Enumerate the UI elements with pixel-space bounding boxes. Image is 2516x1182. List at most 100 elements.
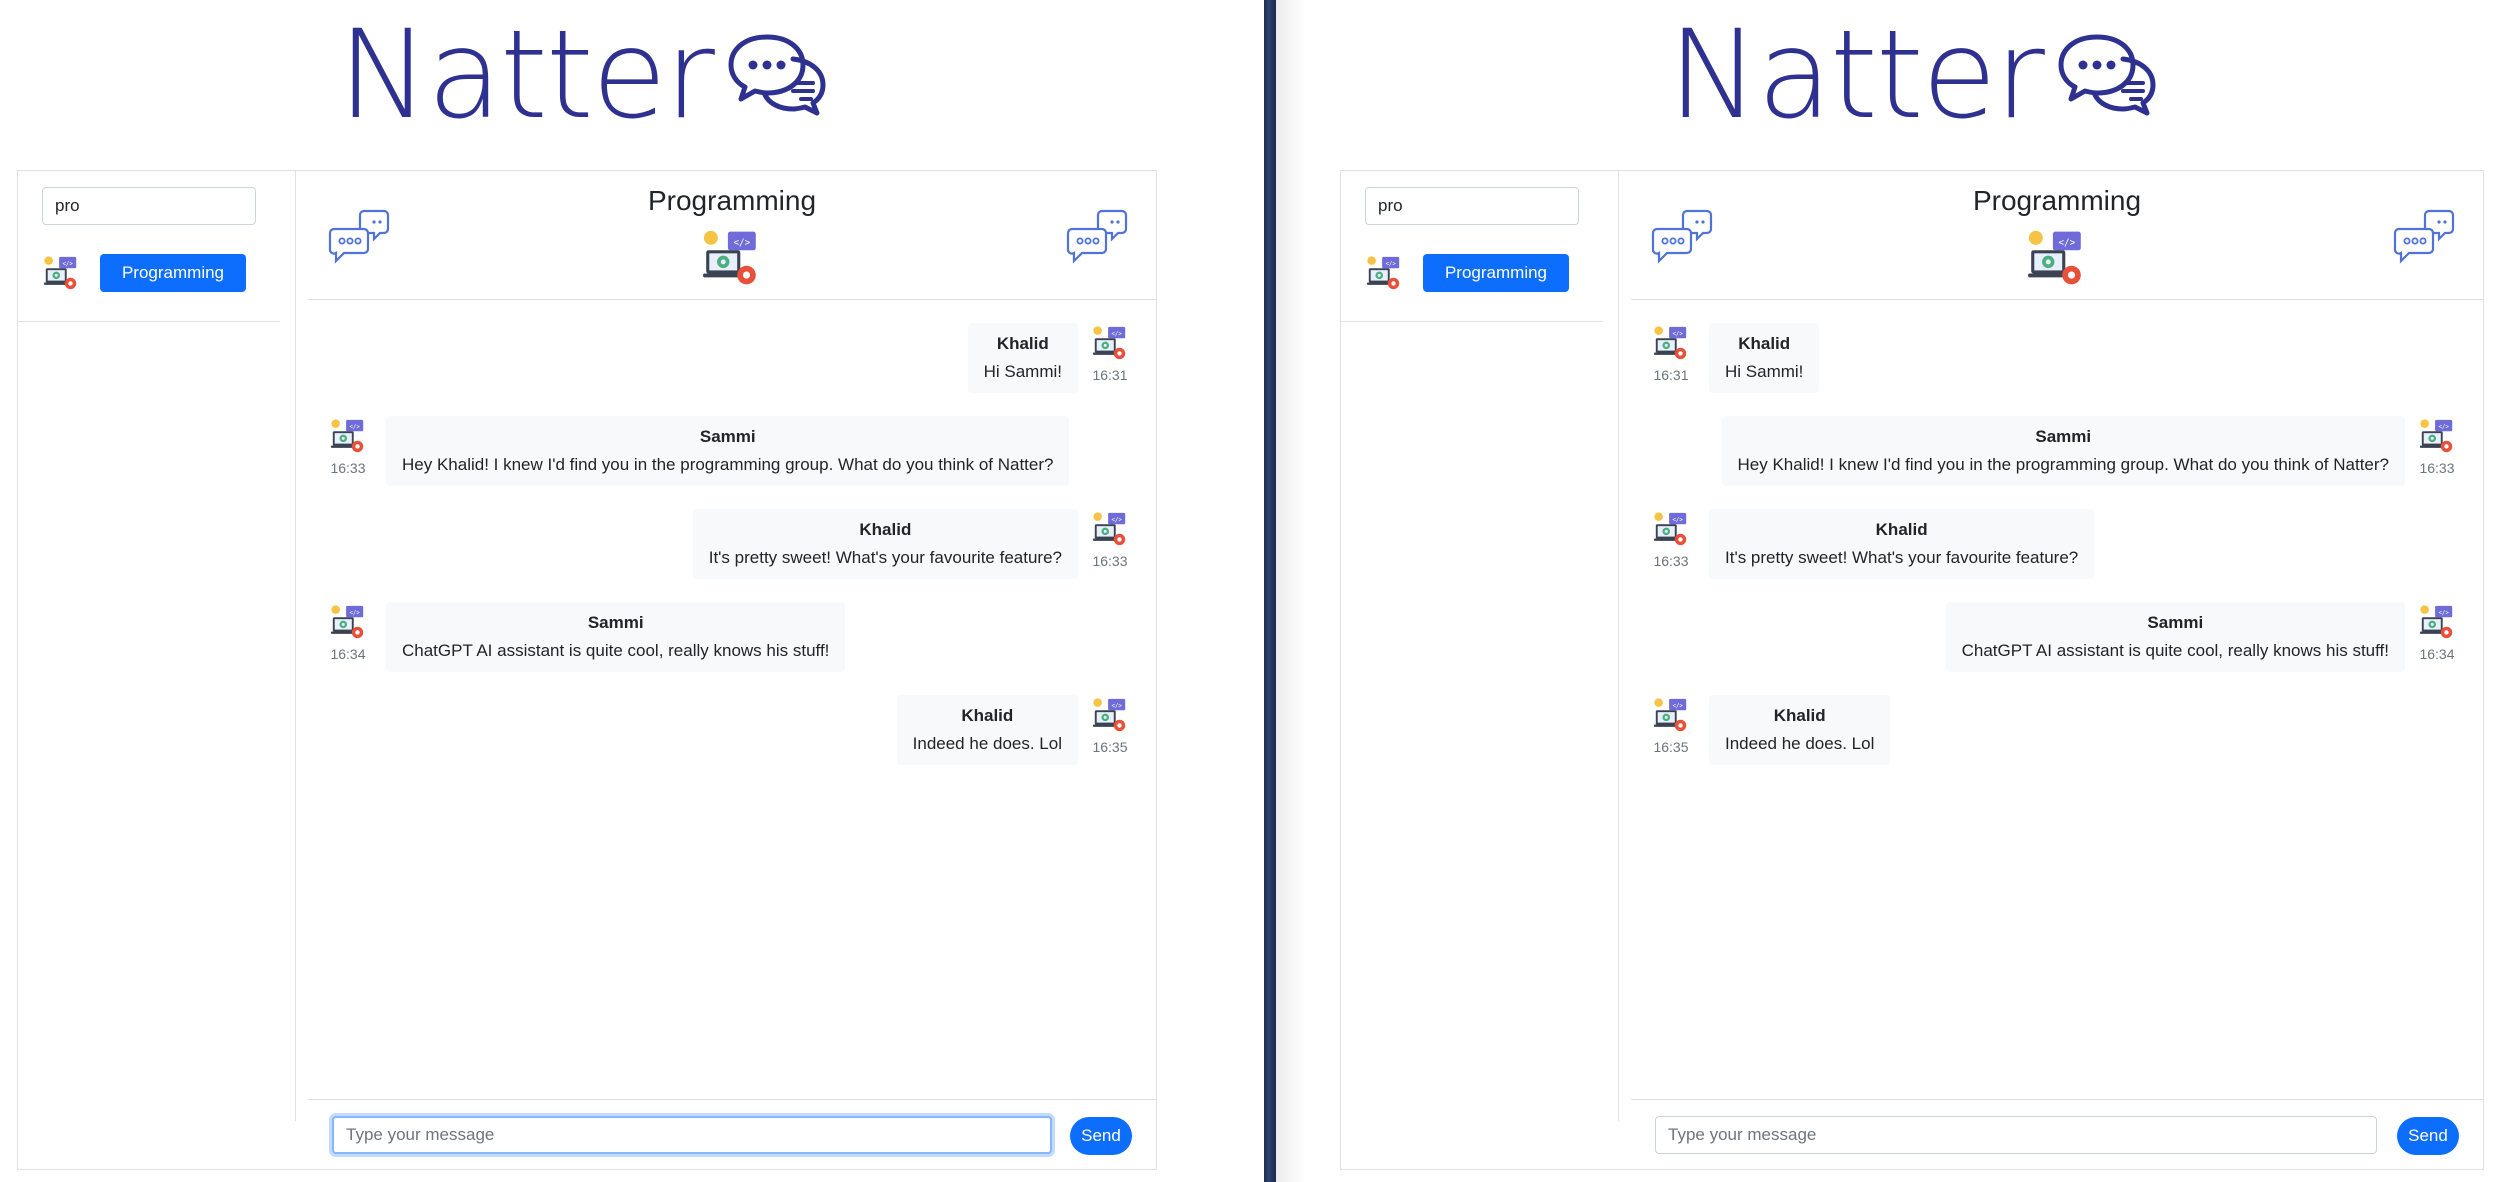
logo-text: Natter [1668, 4, 2045, 146]
message-time: 16:34 [330, 646, 366, 662]
group-button-programming[interactable]: Programming [1423, 254, 1569, 292]
sidebar-divider [18, 321, 280, 322]
message-bubble: Sammi ChatGPT AI assistant is quite cool… [386, 602, 846, 672]
message-item: Sammi Hey Khalid! I knew I'd find you in… [1721, 416, 2457, 486]
message-time: 16:31 [1092, 367, 1128, 383]
message-sender: Khalid [1738, 334, 1791, 353]
chat-title: Programming [647, 185, 817, 216]
message-sender: Khalid [961, 706, 1014, 725]
message-meta: 16:34 [328, 602, 368, 662]
message-bubble: Sammi Hey Khalid! I knew I'd find you in… [386, 416, 1070, 486]
message-text: Indeed he does. Lol [912, 734, 1062, 753]
chat-bubbles-icon [727, 33, 827, 117]
message-composer: Send [1631, 1099, 2483, 1170]
message-text: Indeed he does. Lol [1725, 734, 1875, 753]
message-meta: 16:33 [1090, 509, 1130, 569]
message-sender: Khalid [859, 520, 912, 539]
message-time: 16:35 [1092, 739, 1128, 755]
message-item: 16:33 Khalid It's pretty sweet! What's y… [1651, 509, 2095, 579]
message-meta: 16:35 [1651, 695, 1691, 755]
programming-laptop-icon [42, 253, 80, 293]
message-item: 16:34 Sammi ChatGPT AI assistant is quit… [328, 602, 846, 672]
message-meta: 16:33 [2417, 416, 2457, 476]
message-text: It's pretty sweet! What's your favourite… [1725, 548, 2079, 567]
message-sender: Sammi [2147, 613, 2204, 632]
programming-laptop-icon [1652, 323, 1690, 363]
message-time: 16:34 [2419, 646, 2455, 662]
chat-header: Programming [1631, 171, 2483, 300]
message-item: Khalid Hi Sammi! 16:31 [967, 323, 1130, 393]
programming-laptop-icon [1365, 253, 1403, 293]
message-bubble: Sammi Hey Khalid! I knew I'd find you in… [1721, 416, 2405, 486]
programming-laptop-icon [1091, 323, 1129, 363]
speech-bubbles-icon [1066, 207, 1130, 267]
message-meta: 16:34 [2417, 602, 2457, 662]
chat-header: Programming [308, 171, 1156, 300]
message-bubble: Sammi ChatGPT AI assistant is quite cool… [1945, 602, 2405, 672]
message-time: 16:31 [1653, 367, 1689, 383]
programming-laptop-icon [1091, 695, 1129, 735]
message-item: Sammi ChatGPT AI assistant is quite cool… [1945, 602, 2457, 672]
sidebar: Programming [1341, 171, 1619, 1121]
message-time: 16:33 [2419, 460, 2455, 476]
logo-text: Natter [338, 4, 715, 146]
programming-laptop-icon [2418, 416, 2456, 456]
browser-window-left: Natter Programming Programming Khalid [0, 0, 1264, 1182]
chat-area: Programming 16:31 Khalid Hi Sammi! Sammi… [1619, 171, 2483, 1169]
chat-panel: Programming Programming Khalid Hi Sammi! [17, 170, 1157, 1170]
message-input[interactable] [332, 1116, 1052, 1154]
sidebar: Programming [18, 171, 296, 1121]
sidebar-divider [1341, 321, 1603, 322]
group-button-programming[interactable]: Programming [100, 254, 246, 292]
chat-title: Programming [1972, 185, 2142, 216]
message-time: 16:33 [1092, 553, 1128, 569]
group-list-item[interactable]: Programming [1365, 253, 1569, 293]
send-button[interactable]: Send [1070, 1117, 1132, 1155]
message-item: 16:33 Sammi Hey Khalid! I knew I'd find … [328, 416, 1070, 486]
natter-logo: Natter [1668, 10, 2157, 140]
programming-laptop-icon [700, 227, 762, 289]
message-sender: Khalid [1773, 706, 1826, 725]
message-sender: Sammi [699, 427, 756, 446]
message-text: ChatGPT AI assistant is quite cool, real… [402, 641, 830, 660]
message-meta: 16:31 [1651, 323, 1691, 383]
window-divider [1264, 0, 1276, 1182]
message-bubble: Khalid It's pretty sweet! What's your fa… [692, 509, 1078, 579]
programming-laptop-icon [2418, 602, 2456, 642]
programming-laptop-icon [329, 602, 367, 642]
group-search-input[interactable] [1365, 187, 1579, 225]
message-time: 16:33 [1653, 553, 1689, 569]
programming-laptop-icon [1652, 695, 1690, 735]
message-time: 16:33 [330, 460, 366, 476]
chat-bubbles-icon [2057, 33, 2157, 117]
group-list-item[interactable]: Programming [42, 253, 246, 293]
message-sender: Khalid [996, 334, 1049, 353]
message-bubble: Khalid Indeed he does. Lol [896, 695, 1078, 765]
programming-laptop-icon [2025, 227, 2087, 289]
message-item: Khalid Indeed he does. Lol 16:35 [896, 695, 1130, 765]
message-meta: 16:31 [1090, 323, 1130, 383]
message-time: 16:35 [1653, 739, 1689, 755]
message-sender: Sammi [2035, 427, 2092, 446]
message-text: Hey Khalid! I knew I'd find you in the p… [1737, 455, 2389, 474]
message-item: Khalid It's pretty sweet! What's your fa… [692, 509, 1130, 579]
programming-laptop-icon [1091, 509, 1129, 549]
message-item: 16:35 Khalid Indeed he does. Lol [1651, 695, 1891, 765]
message-sender: Khalid [1875, 520, 1928, 539]
message-composer: Send [308, 1099, 1156, 1170]
message-text: Hey Khalid! I knew I'd find you in the p… [402, 455, 1054, 474]
speech-bubbles-icon [2393, 207, 2457, 267]
message-bubble: Khalid Indeed he does. Lol [1709, 695, 1891, 765]
group-search-input[interactable] [42, 187, 256, 225]
message-text: Hi Sammi! [983, 362, 1062, 381]
message-item: 16:31 Khalid Hi Sammi! [1651, 323, 1820, 393]
message-bubble: Khalid Hi Sammi! [1709, 323, 1820, 393]
send-button[interactable]: Send [2397, 1117, 2459, 1155]
message-text: Hi Sammi! [1725, 362, 1804, 381]
message-bubble: Khalid It's pretty sweet! What's your fa… [1709, 509, 2095, 579]
message-meta: 16:35 [1090, 695, 1130, 755]
message-sender: Sammi [587, 613, 644, 632]
chat-area: Programming Khalid Hi Sammi! 16:31 16:33… [296, 171, 1156, 1169]
message-input[interactable] [1655, 1116, 2377, 1154]
chat-panel: Programming Programming 16:31 Khalid [1340, 170, 2484, 1170]
